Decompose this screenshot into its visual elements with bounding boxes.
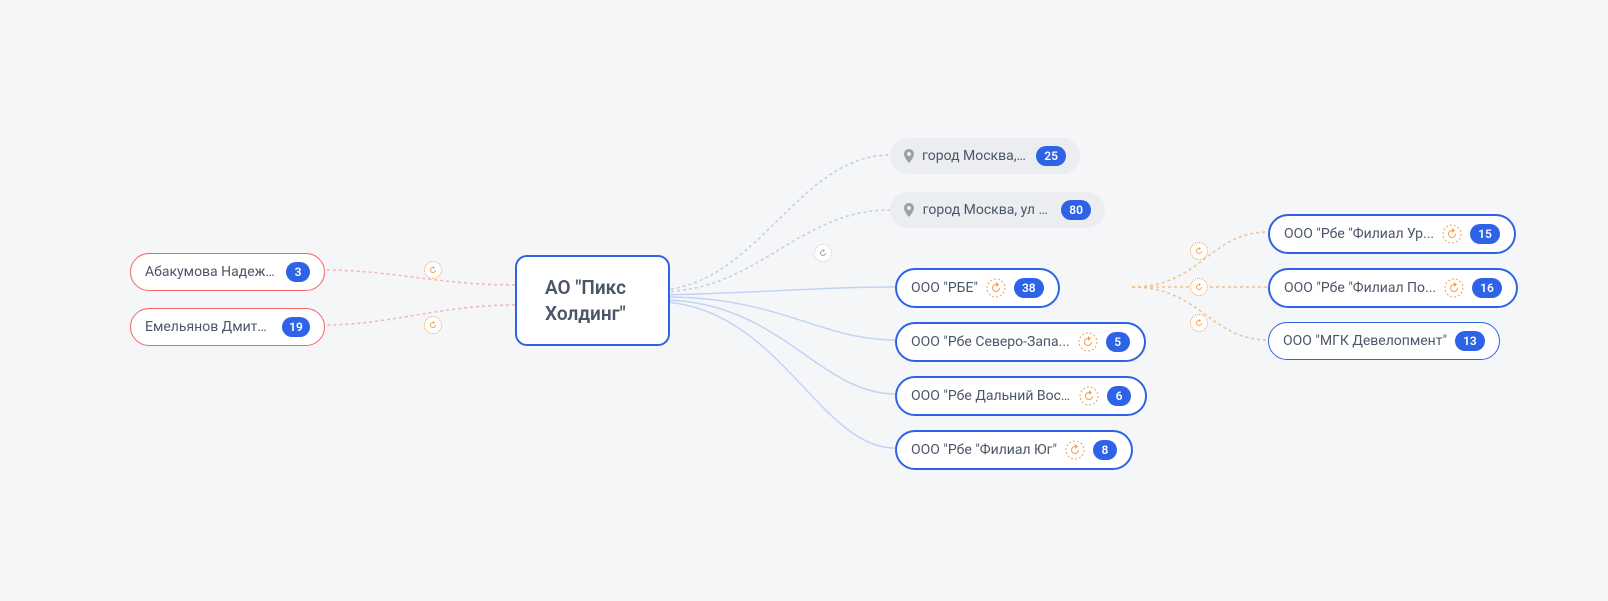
- refresh-icon: [1442, 224, 1462, 244]
- refresh-icon: [1079, 386, 1099, 406]
- company-label: ООО "Рбе Северо-Запа...: [911, 334, 1070, 350]
- count-badge: 3: [286, 262, 310, 282]
- address-label: город Москва, ул 1-Я...: [923, 202, 1053, 218]
- company-label: ООО "РБЕ": [911, 280, 978, 296]
- person-label: Емельянов Дмитрий...: [145, 319, 274, 335]
- company-node[interactable]: ООО "РБЕ" 38: [895, 268, 1060, 308]
- refresh-icon: [1065, 440, 1085, 460]
- count-badge: 13: [1455, 331, 1485, 351]
- central-label-line2: Холдинг": [545, 302, 626, 325]
- pin-icon: [904, 203, 914, 217]
- link-marker-icon: [1190, 242, 1208, 260]
- company-label: ООО "МГК Девелопмент": [1283, 333, 1447, 349]
- count-badge: 15: [1470, 224, 1500, 244]
- company-node[interactable]: ООО "Рбе Северо-Запа... 5: [895, 322, 1146, 362]
- company-label: ООО "Рбе "Филиал Ур...: [1284, 226, 1434, 242]
- refresh-icon: [986, 278, 1006, 298]
- address-node[interactable]: город Москва, ул... 25: [890, 138, 1080, 174]
- link-marker-icon: [1190, 314, 1208, 332]
- company-node[interactable]: ООО "Рбе "Филиал Ур... 15: [1268, 214, 1516, 254]
- count-badge: 5: [1106, 332, 1130, 352]
- count-badge: 19: [282, 317, 310, 337]
- refresh-icon: [1444, 278, 1464, 298]
- count-badge: 6: [1107, 386, 1131, 406]
- address-label: город Москва, ул...: [922, 148, 1028, 164]
- central-company-node[interactable]: АО "Пикс Холдинг": [515, 255, 670, 346]
- link-marker-icon: [1190, 278, 1208, 296]
- company-node[interactable]: ООО "Рбе Дальний Вос... 6: [895, 376, 1147, 416]
- company-node[interactable]: ООО "Рбе "Филиал Юг" 8: [895, 430, 1133, 470]
- count-badge: 80: [1061, 200, 1091, 220]
- address-node[interactable]: город Москва, ул 1-Я... 80: [890, 192, 1105, 228]
- person-node[interactable]: Абакумова Надежда... 3: [130, 253, 325, 291]
- link-marker-icon: [424, 261, 442, 279]
- company-node[interactable]: ООО "МГК Девелопмент" 13: [1268, 322, 1500, 360]
- refresh-icon: [1078, 332, 1098, 352]
- link-marker-icon: [424, 316, 442, 334]
- company-node[interactable]: ООО "Рбе "Филиал По... 16: [1268, 268, 1518, 308]
- company-label: ООО "Рбе Дальний Вос...: [911, 388, 1071, 404]
- person-node[interactable]: Емельянов Дмитрий... 19: [130, 308, 325, 346]
- link-marker-icon: [814, 244, 832, 262]
- central-label-line1: АО "Пикс: [545, 276, 626, 299]
- count-badge: 38: [1014, 278, 1044, 298]
- person-label: Абакумова Надежда...: [145, 264, 278, 280]
- count-badge: 25: [1036, 146, 1066, 166]
- pin-icon: [904, 149, 914, 163]
- company-label: ООО "Рбе "Филиал Юг": [911, 442, 1057, 458]
- count-badge: 8: [1093, 440, 1117, 460]
- company-label: ООО "Рбе "Филиал По...: [1284, 280, 1436, 296]
- count-badge: 16: [1472, 278, 1502, 298]
